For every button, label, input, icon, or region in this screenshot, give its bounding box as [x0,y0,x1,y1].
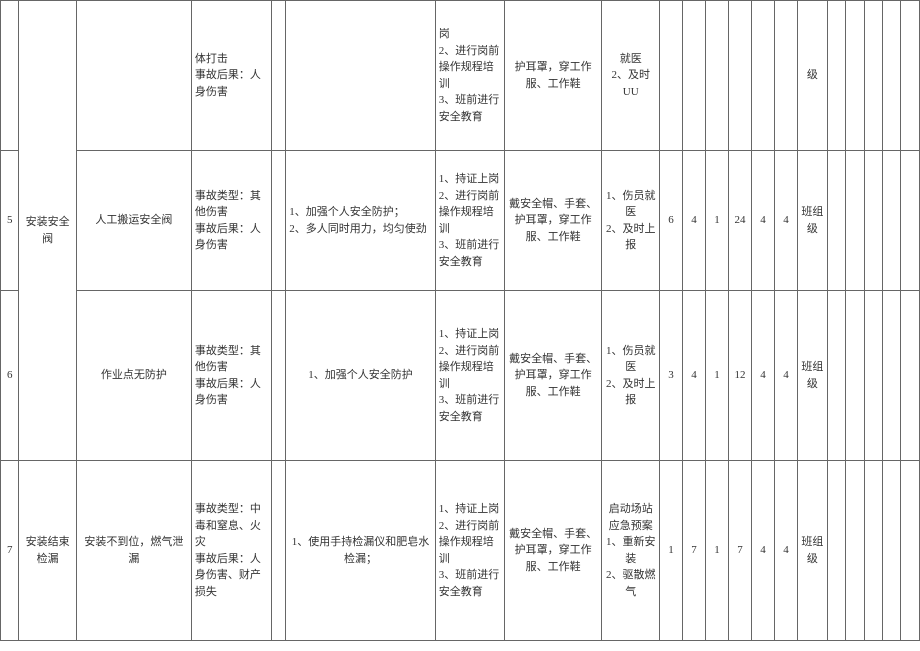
cell-e4 [883,1,901,151]
cell-e5 [901,461,920,641]
cell-e4 [883,291,901,461]
cell-e3 [864,151,882,291]
cell-n2: 4 [682,151,705,291]
cell-e3 [864,291,882,461]
cell-engineering: 1、加强个人安全防护； 2、多人同时用力，均匀使劲 [286,151,436,291]
cell-n1: 6 [659,151,682,291]
cell-accident: 事故类型：其他伤害 事故后果：人身伤害 [191,151,272,291]
cell-e2 [846,461,864,641]
cell-lvl: 班组级 [797,151,827,291]
cell-task: 安装结束检漏 [19,461,77,641]
cell-e1 [827,151,845,291]
cell-activity [76,1,191,151]
cell-n4: 7 [728,461,751,641]
cell-emergency: 就医 2、及时 UU [602,1,660,151]
cell-e2 [846,151,864,291]
cell-e1 [827,461,845,641]
cell-n6: 4 [774,151,797,291]
table-row: 5 人工搬运安全阀 事故类型：其他伤害 事故后果：人身伤害 1、加强个人安全防护… [1,151,920,291]
table-row: 6 作业点无防护 事故类型：其他伤害 事故后果：人身伤害 1、加强个人安全防护 … [1,291,920,461]
cell-management: 1、持证上岗 2、进行岗前操作规程培训 3、班前进行安全教育 [435,291,504,461]
cell-n5: 4 [751,291,774,461]
cell-accident: 事故类型：中毒和窒息、火灾 事故后果：人身伤害、财产损失 [191,461,272,641]
cell-n1 [659,1,682,151]
cell-management: 岗 2、进行岗前操作规程培训 3、班前进行安全教育 [435,1,504,151]
cell-accident: 事故类型：其他伤害 事故后果：人身伤害 [191,291,272,461]
cell-engineering: 1、使用手持检漏仪和肥皂水检漏； [286,461,436,641]
cell-x [272,151,286,291]
cell-e2 [846,291,864,461]
cell-n4: 12 [728,291,751,461]
cell-management: 1、持证上岗 2、进行岗前操作规程培训 3、班前进行安全教育 [435,461,504,641]
cell-n3: 1 [705,461,728,641]
cell-emergency: 启动场站应急预案 1、重新安装 2、驱散燃气 [602,461,660,641]
cell-n3 [705,1,728,151]
cell-x [272,1,286,151]
cell-emergency: 1、伤员就医 2、及时上报 [602,291,660,461]
cell-n6 [774,1,797,151]
cell-n4: 24 [728,151,751,291]
cell-n5: 4 [751,461,774,641]
cell-ppe: 戴安全帽、手套、护耳罩，穿工作服、工作鞋 [504,291,602,461]
cell-e5 [901,151,920,291]
table-row: 7 安装结束检漏 安装不到位，燃气泄漏 事故类型：中毒和窒息、火灾 事故后果：人… [1,461,920,641]
cell-activity: 安装不到位，燃气泄漏 [76,461,191,641]
cell-x [272,461,286,641]
cell-idx [1,1,19,151]
cell-n4 [728,1,751,151]
cell-management: 1、持证上岗 2、进行岗前操作规程培训 3、班前进行安全教育 [435,151,504,291]
cell-n6: 4 [774,461,797,641]
cell-engineering: 1、加强个人安全防护 [286,291,436,461]
cell-ppe: 戴安全帽、手套、护耳罩，穿工作服、工作鞋 [504,151,602,291]
cell-n2 [682,1,705,151]
cell-n2: 4 [682,291,705,461]
cell-idx: 7 [1,461,19,641]
cell-e5 [901,1,920,151]
cell-n5: 4 [751,151,774,291]
cell-n1: 3 [659,291,682,461]
cell-e2 [846,1,864,151]
cell-n1: 1 [659,461,682,641]
cell-emergency: 1、伤员就医 2、及时上报 [602,151,660,291]
cell-activity: 作业点无防护 [76,291,191,461]
cell-lvl: 班组级 [797,461,827,641]
cell-n5 [751,1,774,151]
cell-n3: 1 [705,291,728,461]
cell-engineering [286,1,436,151]
cell-e5 [901,291,920,461]
cell-n2: 7 [682,461,705,641]
cell-e1 [827,1,845,151]
cell-idx: 5 [1,151,19,291]
table-row: 安装安全阀 体打击 事故后果：人身伤害 岗 2、进行岗前操作规程培训 3、班前进… [1,1,920,151]
cell-e4 [883,461,901,641]
cell-activity: 人工搬运安全阀 [76,151,191,291]
risk-table: 安装安全阀 体打击 事故后果：人身伤害 岗 2、进行岗前操作规程培训 3、班前进… [0,0,920,641]
cell-n6: 4 [774,291,797,461]
cell-ppe: 戴安全帽、手套、护耳罩，穿工作服、工作鞋 [504,461,602,641]
cell-x [272,291,286,461]
cell-e3 [864,1,882,151]
cell-e3 [864,461,882,641]
cell-e1 [827,291,845,461]
cell-task: 安装安全阀 [19,1,77,461]
cell-n3: 1 [705,151,728,291]
cell-ppe: 护耳罩，穿工作服、工作鞋 [504,1,602,151]
cell-lvl: 班组级 [797,291,827,461]
cell-idx: 6 [1,291,19,461]
cell-lvl: 级 [797,1,827,151]
cell-e4 [883,151,901,291]
cell-accident: 体打击 事故后果：人身伤害 [191,1,272,151]
